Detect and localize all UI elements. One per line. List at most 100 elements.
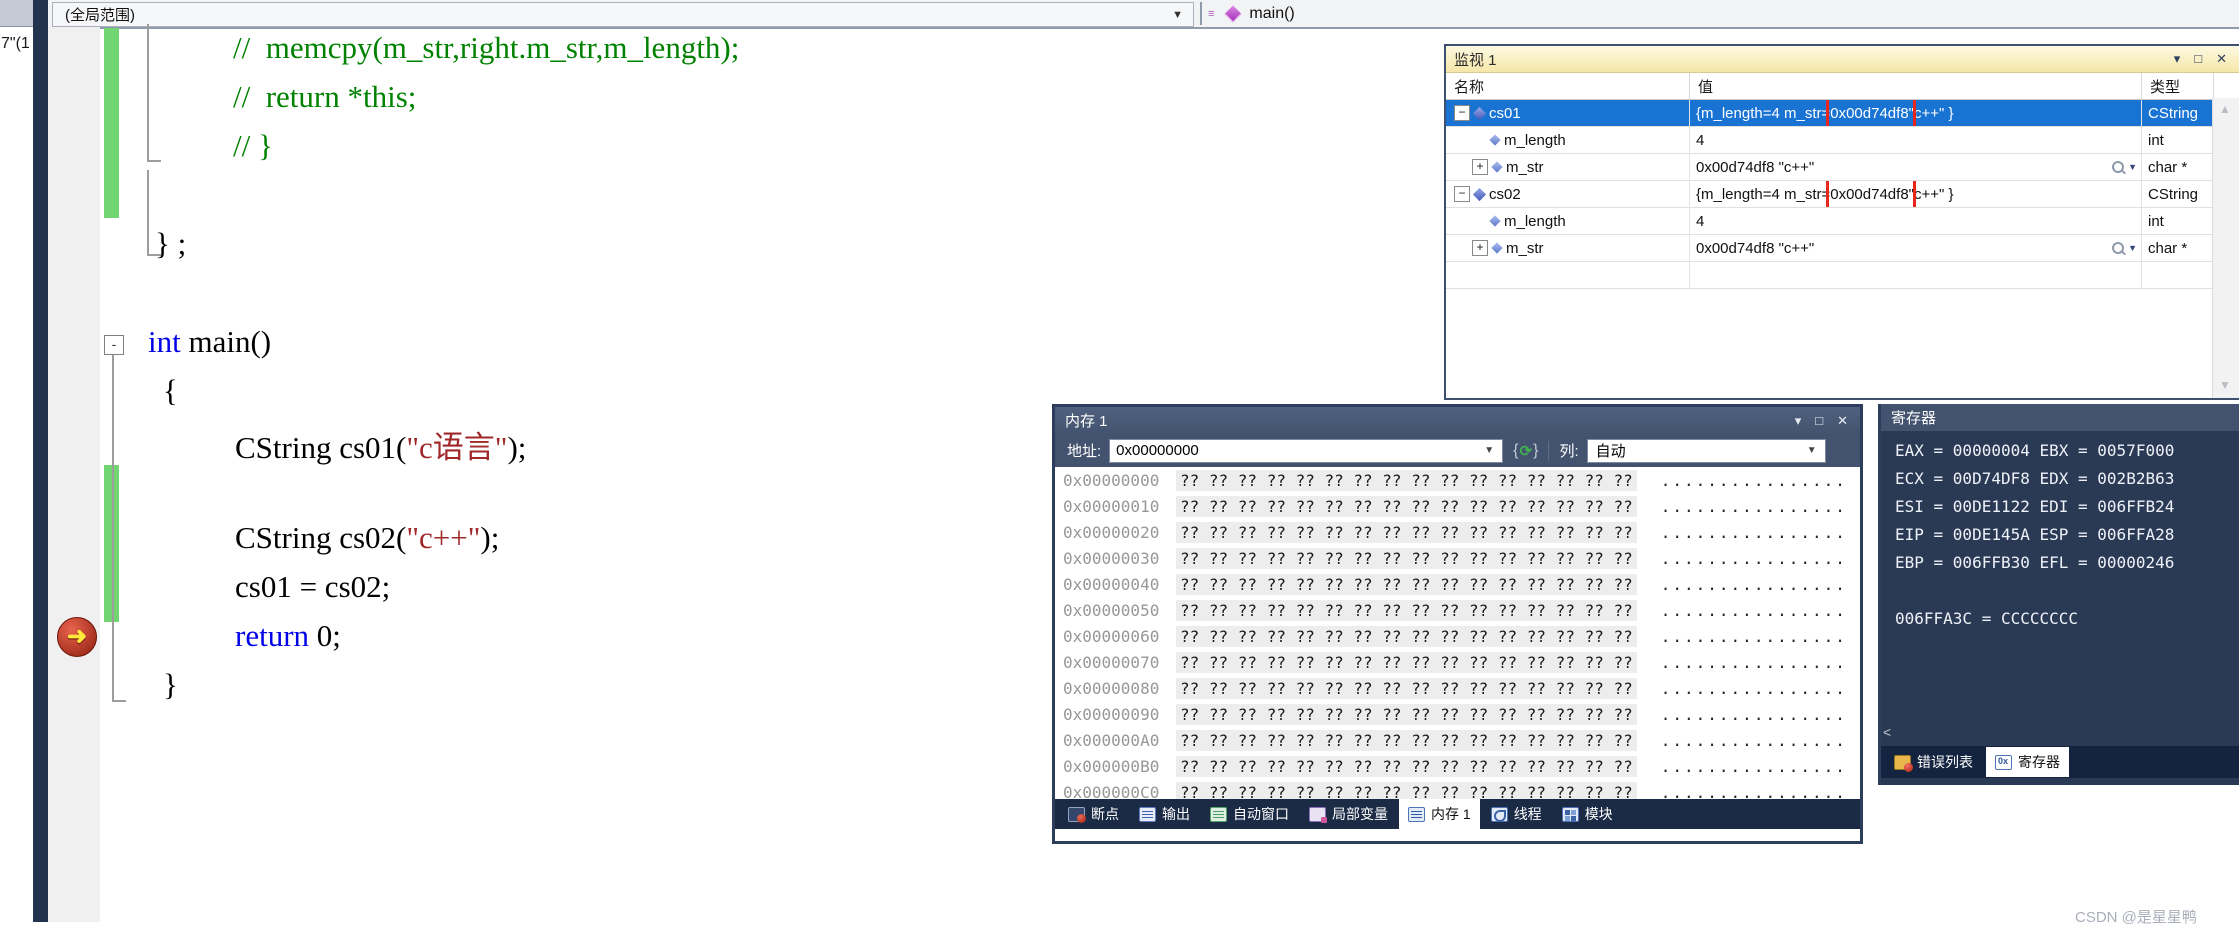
watch-name-cell: + m_str [1446, 235, 1690, 261]
column-header-type[interactable]: 类型 [2142, 73, 2214, 99]
code-token-p: ); [507, 430, 527, 465]
collapse-box-icon[interactable]: − [1454, 105, 1470, 121]
panel-tab-registers[interactable]: 寄存器 [1986, 747, 2069, 777]
expand-box-icon[interactable]: + [1472, 240, 1488, 256]
close-icon[interactable]: ✕ [1837, 413, 1848, 429]
chevron-down-icon[interactable]: ▼ [1484, 445, 1494, 456]
magnifier-icon[interactable]: ▼ [2112, 242, 2141, 254]
memory-row[interactable]: 0x00000060 ?? ?? ?? ?? ?? ?? ?? ?? ?? ?? … [1055, 623, 1860, 649]
function-dropdown[interactable]: ≡ main() [1200, 2, 2232, 25]
scroll-up-icon[interactable]: ▲ [2219, 102, 2231, 116]
memory-row[interactable]: 0x000000A0 ?? ?? ?? ?? ?? ?? ?? ?? ?? ?? … [1055, 727, 1860, 753]
watch-value-cell[interactable]: 0x00d74df8 "c++" ▼ [1690, 235, 2142, 261]
close-icon[interactable]: ✕ [2216, 51, 2227, 67]
panel-tab-breakpoint[interactable]: 断点 [1059, 801, 1128, 827]
watch-value-cell[interactable]: {m_length=4 m_str= 0x00d74df8 "c++" } [1690, 100, 2142, 126]
code-line[interactable]: CString cs01("c语言"); [235, 422, 526, 467]
memory-row[interactable]: 0x000000B0 ?? ?? ?? ?? ?? ?? ?? ?? ?? ?? … [1055, 753, 1860, 779]
memory-bytes: ?? ?? ?? ?? ?? ?? ?? ?? ?? ?? ?? ?? ?? ?… [1176, 625, 1637, 647]
code-token-p: { [163, 373, 178, 408]
scroll-down-icon[interactable]: ▼ [2219, 378, 2231, 392]
code-line[interactable]: // return *this; [233, 79, 416, 115]
watch-value-text: 4 [1696, 131, 1705, 149]
watch-variable-name: m_str [1506, 158, 1544, 176]
memory-row[interactable]: 0x00000010 ?? ?? ?? ?? ?? ?? ?? ?? ?? ?? … [1055, 493, 1860, 519]
expand-box-icon[interactable]: + [1472, 159, 1488, 175]
column-header-value[interactable]: 值 [1690, 73, 2142, 99]
memory-address: 0x00000010 [1063, 496, 1160, 516]
window-menu-icon[interactable]: ▾ [1795, 413, 1802, 429]
memory-address: 0x000000C0 [1063, 782, 1160, 800]
code-token-s: "c语言" [406, 430, 508, 465]
code-line[interactable]: { [163, 373, 178, 409]
registers-content[interactable]: EAX = 00000004 EBX = 0057F000 ECX = 00D74… [1881, 431, 2239, 637]
watch-type-cell: char * [2148, 158, 2188, 176]
magnifier-icon[interactable]: ▼ [2112, 161, 2141, 173]
memory-row[interactable]: 0x00000040 ?? ?? ?? ?? ?? ?? ?? ?? ?? ?? … [1055, 571, 1860, 597]
panel-tab-memory[interactable]: 内存 1 [1399, 799, 1480, 829]
code-token-p: CString cs02( [235, 520, 407, 555]
code-line[interactable]: // } [233, 128, 273, 164]
code-token-p: 0; [309, 618, 341, 653]
memory-address: 0x000000A0 [1063, 730, 1160, 750]
watch-row[interactable]: m_length 4 int [1446, 127, 2239, 154]
memory-bytes: ?? ?? ?? ?? ?? ?? ?? ?? ?? ?? ?? ?? ?? ?… [1176, 521, 1637, 543]
memory-row[interactable]: 0x00000090 ?? ?? ?? ?? ?? ?? ?? ?? ?? ?? … [1055, 701, 1860, 727]
columns-dropdown[interactable]: 自动 ▼ [1586, 438, 1826, 463]
registers-title-bar[interactable]: 寄存器 [1881, 404, 2239, 431]
watch-value-cell[interactable]: {m_length=4 m_str= 0x00d74df8 "c++" } [1690, 181, 2142, 207]
chevron-down-icon[interactable]: ▼ [1172, 9, 1183, 21]
refresh-icon[interactable]: {⟳} [1513, 442, 1538, 460]
scope-dropdown[interactable]: (全局范围) ▼ [52, 2, 1194, 27]
panel-tab-threads[interactable]: 线程 [1482, 801, 1551, 827]
watch-row[interactable]: + m_str 0x00d74df8 "c++" ▼ char * [1446, 235, 2239, 262]
column-header-name[interactable]: 名称 [1446, 73, 1690, 99]
memory-title-bar[interactable]: 内存 1 ▾ □ ✕ [1055, 407, 1860, 434]
pin-icon[interactable]: □ [1815, 413, 1823, 429]
memory-row[interactable]: 0x00000000 ?? ?? ?? ?? ?? ?? ?? ?? ?? ?? … [1055, 467, 1860, 493]
code-line[interactable]: cs01 = cs02; [235, 569, 390, 605]
scroll-left-icon[interactable]: < [1883, 724, 1891, 740]
memory-row[interactable]: 0x00000020 ?? ?? ?? ?? ?? ?? ?? ?? ?? ?? … [1055, 519, 1860, 545]
watch-title-bar[interactable]: 监视 1 ▾ □ ✕ [1446, 46, 2239, 73]
panel-tab-autos[interactable]: 自动窗口 [1201, 801, 1298, 827]
watch-scrollbar[interactable]: ▲ ▼ [2212, 98, 2239, 398]
panel-tab-errorlist[interactable]: 错误列表 [1885, 749, 1982, 775]
code-line[interactable]: CString cs02("c++"); [235, 520, 499, 556]
watch-value-cell[interactable]: 4 [1690, 208, 2142, 234]
panel-tab-label: 线程 [1513, 806, 1542, 822]
address-input[interactable]: 0x00000000 ▼ [1109, 438, 1504, 463]
panel-tab-output[interactable]: 输出 [1130, 801, 1199, 827]
watch-variable-name: m_str [1506, 239, 1544, 257]
current-statement-arrow-icon[interactable]: ➜ [57, 617, 97, 657]
memory-content[interactable]: 0x00000000 ?? ?? ?? ?? ?? ?? ?? ?? ?? ?? … [1055, 467, 1860, 799]
chevron-down-icon[interactable]: ▼ [1807, 445, 1817, 456]
watch-row[interactable]: − cs02 {m_length=4 m_str= 0x00d74df8 "c++" … [1446, 181, 2239, 208]
watch-row[interactable]: − cs01 {m_length=4 m_str= 0x00d74df8 "c++" … [1446, 100, 2239, 127]
memory-row[interactable]: 0x00000070 ?? ?? ?? ?? ?? ?? ?? ?? ?? ?? … [1055, 649, 1860, 675]
window-menu-icon[interactable]: ▾ [2174, 51, 2181, 67]
panel-tab-locals[interactable]: 局部变量 [1300, 801, 1397, 827]
pin-icon[interactable]: □ [2194, 51, 2202, 67]
code-line[interactable]: // memcpy(m_str,right.m_str,m_length); [233, 30, 739, 66]
tooltip-text-fragment: 7"(1 个 [1, 35, 33, 52]
watch-row[interactable]: + m_str 0x00d74df8 "c++" ▼ char * [1446, 154, 2239, 181]
memory-row[interactable]: 0x000000C0 ?? ?? ?? ?? ?? ?? ?? ?? ?? ?? … [1055, 779, 1860, 799]
breakpoint-margin[interactable] [48, 27, 100, 922]
watch-row[interactable]: m_length 4 int [1446, 208, 2239, 235]
collapse-box-icon[interactable]: − [1454, 186, 1470, 202]
watch-value-cell[interactable]: 4 [1690, 127, 2142, 153]
watch-value-cell[interactable] [1690, 262, 2142, 288]
watch-row[interactable] [1446, 262, 2239, 289]
code-line[interactable]: } ; [155, 226, 186, 262]
memory-row[interactable]: 0x00000080 ?? ?? ?? ?? ?? ?? ?? ?? ?? ?? … [1055, 675, 1860, 701]
code-line[interactable]: return 0; [235, 618, 341, 654]
collapse-box-icon[interactable]: - [104, 335, 124, 355]
code-line[interactable]: int main() [148, 324, 271, 360]
memory-row[interactable]: 0x00000050 ?? ?? ?? ?? ?? ?? ?? ?? ?? ?? … [1055, 597, 1860, 623]
code-line[interactable]: } [163, 667, 178, 703]
watch-value-cell[interactable]: 0x00d74df8 "c++" ▼ [1690, 154, 2142, 180]
memory-row[interactable]: 0x00000030 ?? ?? ?? ?? ?? ?? ?? ?? ?? ?? … [1055, 545, 1860, 571]
panel-tab-modules[interactable]: 模块 [1553, 801, 1622, 827]
code-token-k: return [235, 618, 310, 653]
